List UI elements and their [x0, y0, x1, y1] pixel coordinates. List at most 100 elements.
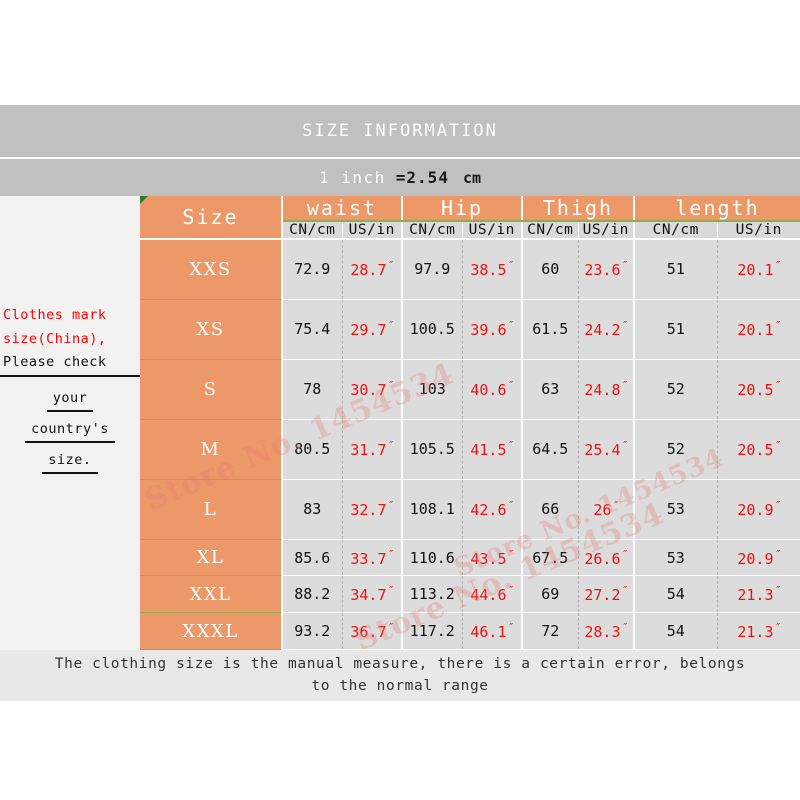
cell-thigh-us: 25.4″	[577, 419, 635, 480]
cell-thigh-cn: 66	[522, 479, 578, 540]
cell-waist-cn: 72.9	[282, 239, 342, 300]
size-label-cell: XXL	[140, 575, 283, 614]
cell-thigh-cn: 67.5	[522, 539, 578, 577]
cell-thigh-cn: 69	[522, 575, 578, 614]
footer-note-band: The clothing size is the manual measure,…	[0, 650, 800, 701]
cell-waist-cn: 75.4	[282, 299, 342, 360]
group-header-row: Size waist Hip Thigh length	[140, 196, 800, 240]
size-label-cell: XS	[140, 299, 283, 360]
cell-thigh-cn: 64.5	[522, 419, 578, 480]
unit-waist-cn: CN/cm	[282, 221, 342, 240]
table-row: XL 85.6 33.7″ 110.6 43.5″ 67.5 26.6″ 53 20.9″	[140, 539, 800, 577]
unit-hip-cn: CN/cm	[402, 221, 462, 240]
conversion-value: =2.54	[395, 168, 449, 187]
size-column-header: Size	[140, 196, 283, 240]
cell-length-cn: 51	[634, 299, 717, 360]
size-label-cell: M	[140, 419, 283, 480]
group-header-hip: Hip	[402, 196, 523, 222]
cell-length-us: 20.9″	[716, 479, 800, 540]
size-label-cell: L	[140, 479, 283, 540]
cell-thigh-cn: 61.5	[522, 299, 578, 360]
cell-waist-us: 36.7″	[341, 612, 403, 650]
note-line-6: size.	[42, 449, 98, 474]
cell-length-cn: 52	[634, 419, 717, 480]
table-row: XXL 88.2 34.7″ 113.2 44.6″ 69 27.2″ 54 21.3″	[140, 575, 800, 614]
cell-length-cn: 54	[634, 612, 717, 650]
cell-length-cn: 53	[634, 539, 717, 577]
table-row: M 80.5 31.7″ 105.5 41.5″ 64.5 25.4″ 52 20.5″	[140, 419, 800, 480]
group-header-thigh: Thigh	[522, 196, 635, 222]
cell-hip-cn: 110.6	[402, 539, 462, 577]
size-label-cell: XXS	[140, 237, 283, 300]
cell-hip-cn: 113.2	[402, 575, 462, 614]
footer-line-2: to the normal range	[311, 677, 489, 694]
cell-length-us: 20.1″	[716, 239, 800, 300]
cell-length-us: 20.5″	[716, 359, 800, 420]
page-title: SIZE INFORMATION	[302, 121, 498, 141]
size-chart-page: SIZE INFORMATION 1 inch =2.54 cm Clothes…	[0, 0, 800, 800]
table-row: XXS 72.9 28.7″ 97.9 38.5″ 60 23.6″ 51 20.1″	[140, 237, 800, 300]
cell-length-us: 20.1″	[716, 299, 800, 360]
note-line-6-wrap: size.	[0, 443, 140, 474]
note-line-1: Clothes mark	[3, 307, 107, 323]
size-label-cell: XL	[140, 539, 283, 577]
unit-thigh-cn: CN/cm	[522, 221, 578, 240]
cell-waist-us: 31.7″	[341, 419, 403, 480]
cell-waist-cn: 78	[282, 359, 342, 420]
cell-hip-cn: 100.5	[402, 299, 462, 360]
unit-thigh-us: US/in	[577, 221, 635, 240]
cell-hip-us: 43.5″	[461, 539, 523, 577]
cell-hip-us: 40.6″	[461, 359, 523, 420]
cell-thigh-us: 23.6″	[577, 239, 635, 300]
cell-hip-us: 39.6″	[461, 299, 523, 360]
size-label-cell: S	[140, 359, 283, 420]
conversion-unit: cm	[462, 168, 482, 187]
cell-hip-cn: 117.2	[402, 612, 462, 650]
note-line-3: Please check	[0, 351, 140, 377]
conversion-prefix: 1 inch	[318, 168, 386, 187]
cell-length-cn: 51	[634, 239, 717, 300]
cell-length-us: 20.5″	[716, 419, 800, 480]
chart-body: Clothes mark size(China), Please check y…	[0, 196, 800, 658]
cell-length-cn: 53	[634, 479, 717, 540]
cell-waist-us: 34.7″	[341, 575, 403, 614]
note-line-5-wrap: country's	[0, 412, 140, 443]
unit-waist-us: US/in	[341, 221, 403, 240]
note-line-2: size(China),	[3, 330, 107, 347]
footer-line-1: The clothing size is the manual measure,…	[54, 656, 746, 673]
cell-thigh-us: 28.3″	[577, 612, 635, 650]
cell-hip-us: 44.6″	[461, 575, 523, 614]
group-header-waist: waist	[282, 196, 403, 222]
table-row: XS 75.4 29.7″ 100.5 39.6″ 61.5 24.2″ 51 20.1″	[140, 299, 800, 360]
cell-length-us: 21.3″	[716, 612, 800, 650]
size-label-cell: XXXL	[140, 612, 283, 650]
cell-hip-cn: 97.9	[402, 239, 462, 300]
cell-waist-us: 30.7″	[341, 359, 403, 420]
cell-thigh-cn: 63	[522, 359, 578, 420]
cell-waist-cn: 88.2	[282, 575, 342, 614]
cell-waist-us: 32.7″	[341, 479, 403, 540]
cell-thigh-us: 26″	[577, 479, 635, 540]
cell-waist-cn: 83	[282, 479, 342, 540]
corner-marker-icon	[140, 196, 148, 204]
unit-length-cn: CN/cm	[634, 221, 717, 240]
cell-waist-us: 28.7″	[341, 239, 403, 300]
cell-waist-us: 33.7″	[341, 539, 403, 577]
unit-conversion-band: 1 inch =2.54 cm	[0, 159, 800, 196]
clothes-mark-note-panel: Clothes mark size(China), Please check y…	[0, 196, 140, 650]
cell-thigh-cn: 60	[522, 239, 578, 300]
cell-thigh-cn: 72	[522, 612, 578, 650]
cell-hip-us: 42.6″	[461, 479, 523, 540]
size-table: Size waist Hip Thigh length CN/cm US/in …	[140, 196, 800, 650]
table-row: XXXL 93.2 36.7″ 117.2 46.1″ 72 28.3″ 54 21.3″	[140, 612, 800, 650]
cell-hip-us: 41.5″	[461, 419, 523, 480]
cell-waist-cn: 93.2	[282, 612, 342, 650]
cell-thigh-us: 24.8″	[577, 359, 635, 420]
cell-thigh-us: 24.2″	[577, 299, 635, 360]
unit-length-us: US/in	[716, 221, 800, 240]
cell-length-cn: 52	[634, 359, 717, 420]
note-line-4-wrap: your	[0, 381, 140, 412]
cell-length-cn: 54	[634, 575, 717, 614]
cell-hip-cn: 105.5	[402, 419, 462, 480]
table-body: XXS 72.9 28.7″ 97.9 38.5″ 60 23.6″ 51 20.1″ XS 75.…	[140, 237, 800, 650]
